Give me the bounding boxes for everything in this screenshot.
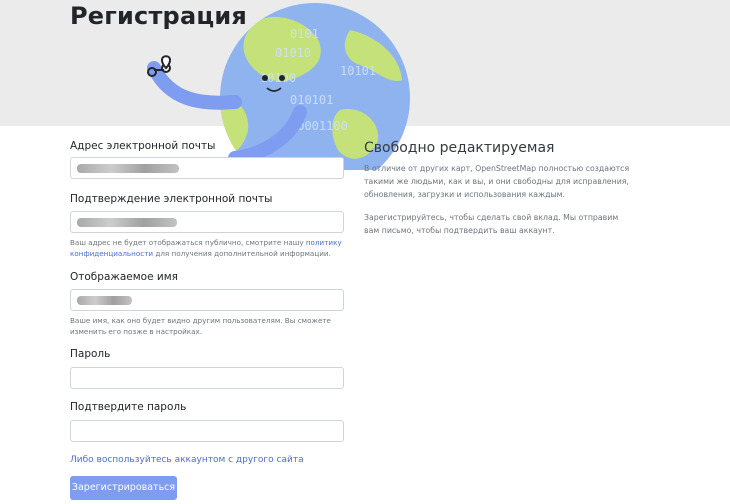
sidebar-paragraph-2: Зарегистрируйтесь, чтобы сделать свой вк… bbox=[364, 213, 619, 235]
email-confirm-redacted bbox=[77, 218, 177, 227]
sidebar-paragraph-1: В отличие от других карт, OpenStreetMap … bbox=[364, 164, 630, 199]
globe-digits-4: 01010 bbox=[275, 46, 311, 60]
email-label: Адрес электронной почты bbox=[70, 140, 216, 152]
email-confirm-label: Подтверждение электронной почты bbox=[70, 193, 273, 205]
email-redacted bbox=[77, 164, 179, 173]
globe-eye-right bbox=[279, 75, 285, 81]
password-input[interactable] bbox=[70, 367, 344, 389]
register-button[interactable]: Зарегистрироваться bbox=[70, 476, 177, 500]
password-confirm-label: Подтвердите пароль bbox=[70, 401, 187, 413]
page-title: Регистрация bbox=[70, 2, 247, 30]
email-confirm-input[interactable] bbox=[70, 211, 344, 233]
email-input[interactable] bbox=[70, 157, 344, 179]
alt-account-link[interactable]: Либо воспользуйтесь аккаунтом с другого … bbox=[70, 455, 304, 465]
globe-digits-5: 10101 bbox=[340, 64, 376, 78]
display-name-input[interactable] bbox=[70, 289, 344, 311]
password-label: Пароль bbox=[70, 348, 111, 360]
email-help: Ваш адрес не будет отображаться публично… bbox=[70, 238, 342, 258]
sidebar-heading: Свободно редактируемая bbox=[364, 140, 555, 156]
display-name-label: Отображаемое имя bbox=[70, 271, 178, 283]
globe-eye-left bbox=[262, 75, 268, 81]
password-confirm-input[interactable] bbox=[70, 420, 344, 442]
display-name-redacted bbox=[77, 296, 132, 305]
display-name-help: Ваше имя, как оно будет видно другим пол… bbox=[70, 316, 331, 336]
globe-digits-1: 0101 bbox=[290, 27, 319, 41]
globe-digits-3: 010101 bbox=[290, 93, 333, 107]
